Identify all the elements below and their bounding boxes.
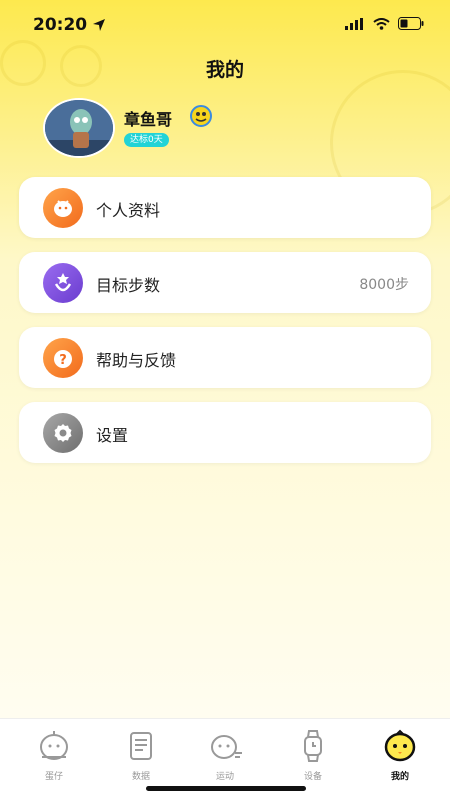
location-arrow-icon xyxy=(93,19,105,31)
status-bar: 20:20 xyxy=(0,0,450,50)
watch-icon xyxy=(304,730,322,762)
username: 章鱼哥 xyxy=(124,110,173,129)
menu-item-label: 个人资料 xyxy=(96,201,161,220)
svg-text:?: ? xyxy=(59,353,67,368)
tab-mine[interactable]: 我的 xyxy=(360,729,440,782)
menu-item-help-feedback[interactable]: ? 帮助与反馈 xyxy=(19,327,431,388)
tab-label: 设备 xyxy=(303,772,322,782)
tab-device[interactable]: 设备 xyxy=(273,729,353,782)
data-icon xyxy=(130,732,152,760)
tab-label: 我的 xyxy=(390,772,409,782)
wifi-icon xyxy=(373,17,390,30)
tab-label: 蛋仔 xyxy=(44,772,63,782)
avatar[interactable] xyxy=(43,98,115,158)
signal-icon xyxy=(345,17,363,30)
profile-icon xyxy=(43,188,83,228)
tab-label: 运动 xyxy=(215,772,234,782)
status-time: 20:20 xyxy=(33,15,88,35)
home-indicator xyxy=(146,786,306,791)
goal-steps-value: 8000步 xyxy=(359,277,409,293)
page-title: 我的 xyxy=(205,59,244,81)
goal-icon xyxy=(43,263,83,303)
egg-icon xyxy=(40,731,68,760)
battery-icon xyxy=(398,17,424,30)
menu-item-profile[interactable]: 个人资料 xyxy=(19,177,431,238)
menu-item-label: 目标步数 xyxy=(96,276,161,295)
tab-egg[interactable]: 蛋仔 xyxy=(14,729,94,782)
badge-icon xyxy=(190,105,212,127)
avatar-image xyxy=(45,100,113,156)
menu-item-label: 帮助与反馈 xyxy=(96,351,177,370)
chick-icon xyxy=(384,729,416,762)
tab-data[interactable]: 数据 xyxy=(101,729,181,782)
goal-days-badge: 达标0天 xyxy=(124,133,169,147)
sport-icon xyxy=(211,735,242,759)
menu-item-label: 设置 xyxy=(96,426,129,445)
gear-icon xyxy=(43,413,83,453)
tab-label: 数据 xyxy=(131,772,150,782)
tab-sport[interactable]: 运动 xyxy=(185,729,265,782)
menu-item-settings[interactable]: 设置 xyxy=(19,402,431,463)
menu-item-goal-steps[interactable]: 目标步数 8000步 xyxy=(19,252,431,313)
help-icon: ? xyxy=(43,338,83,378)
